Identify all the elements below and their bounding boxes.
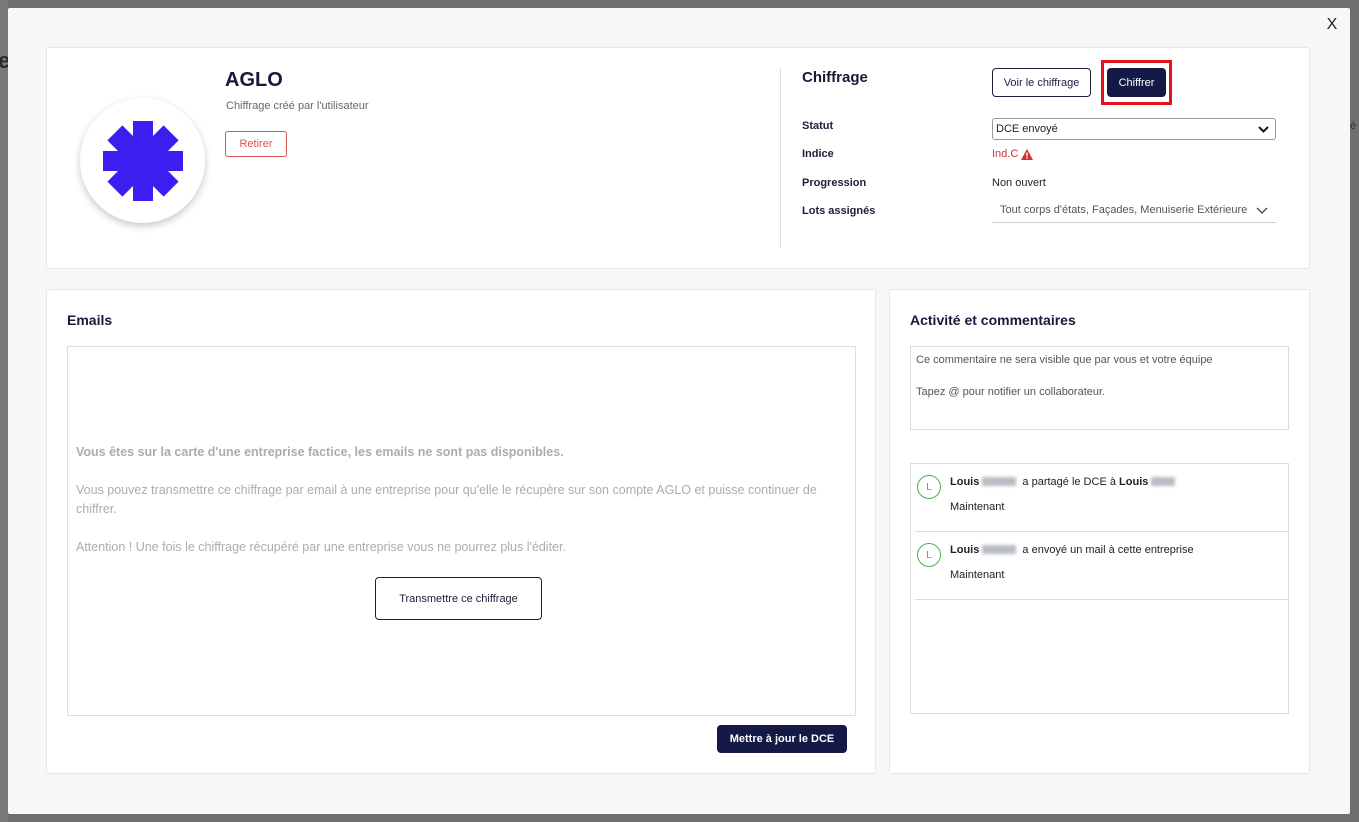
indice-text: Ind.C — [992, 148, 1019, 160]
activity-time: Maintenant — [950, 569, 1005, 581]
activity-user: Louis — [950, 476, 980, 488]
redacted-name — [1151, 477, 1176, 486]
comment-placeholder-line2: Tapez @ pour notifier un collaborateur. — [916, 386, 1106, 398]
lots-select[interactable]: Tout corps d'états, Façades, Menuiserie … — [992, 198, 1276, 223]
remove-button[interactable]: Retirer — [225, 131, 287, 157]
list-item: L Louis a partagé le DCE à Louis Mainten… — [915, 464, 1288, 532]
activity-target: Louis — [1119, 476, 1149, 488]
update-dce-button[interactable]: Mettre à jour le DCE — [717, 725, 847, 753]
redacted-name — [982, 545, 1017, 554]
comment-placeholder-line1: Ce commentaire ne sera visible que par v… — [916, 354, 1213, 366]
activity-user: Louis — [950, 544, 980, 556]
warning-icon — [1021, 148, 1034, 160]
chiffrer-button[interactable]: Chiffrer — [1107, 68, 1166, 97]
redacted-name — [982, 477, 1017, 486]
divider — [780, 68, 781, 248]
aglo-logo-icon — [102, 120, 183, 201]
comment-input[interactable]: Ce commentaire ne sera visible que par v… — [910, 346, 1289, 430]
statut-select[interactable]: DCE envoyé — [992, 118, 1276, 140]
statut-label: Statut — [802, 120, 834, 132]
chiffrage-title: Chiffrage — [802, 69, 868, 86]
emails-notice-warning: Attention ! Une fois le chiffrage récupé… — [76, 540, 566, 554]
chiffrage-modal: X AGLO Chiffrage créé par l'utilisateur … — [8, 8, 1350, 814]
statut-value: DCE envoyé — [996, 123, 1058, 135]
view-chiffrage-button[interactable]: Voir le chiffrage — [992, 68, 1091, 97]
activity-action: a envoyé un mail à cette entreprise — [1022, 544, 1194, 556]
chevron-down-icon — [1256, 207, 1268, 214]
progression-value: Non ouvert — [992, 177, 1046, 189]
progression-label: Progression — [802, 177, 867, 189]
activity-feed: L Louis a partagé le DCE à Louis Mainten… — [910, 463, 1289, 714]
company-subtitle: Chiffrage créé par l'utilisateur — [226, 100, 369, 112]
lots-label: Lots assignés — [802, 205, 876, 217]
emails-title: Emails — [67, 312, 113, 328]
activity-text: Louis a partagé le DCE à Louis — [950, 476, 1178, 488]
activity-action: a partagé le DCE à — [1022, 476, 1116, 488]
lots-value: Tout corps d'états, Façades, Menuiserie … — [1000, 204, 1248, 216]
indice-label: Indice — [802, 148, 834, 160]
backdrop-fragment: é — [1350, 120, 1357, 132]
indice-value: Ind.C — [992, 148, 1034, 160]
emails-notice-text: Vous pouvez transmettre ce chiffrage par… — [76, 483, 817, 516]
close-button[interactable]: X — [1324, 16, 1340, 36]
company-name: AGLO — [225, 69, 283, 91]
activity-time: Maintenant — [950, 501, 1005, 513]
company-logo — [80, 98, 205, 223]
company-card: AGLO Chiffrage créé par l'utilisateur Re… — [46, 47, 1310, 269]
emails-panel: Vous êtes sur la carte d'une entreprise … — [67, 346, 856, 716]
activity-card: Activité et commentaires Ce commentaire … — [889, 289, 1310, 774]
activity-text: Louis a envoyé un mail à cette entrepris… — [950, 544, 1194, 556]
activity-title: Activité et commentaires — [910, 312, 1076, 328]
list-item: L Louis a envoyé un mail à cette entrepr… — [915, 532, 1288, 600]
avatar: L — [917, 543, 941, 567]
emails-card: Emails Vous êtes sur la carte d'une entr… — [46, 289, 876, 774]
chevron-down-icon — [1258, 125, 1269, 133]
emails-notice-bold: Vous êtes sur la carte d'une entreprise … — [76, 445, 564, 459]
backdrop — [0, 0, 8, 822]
avatar: L — [917, 475, 941, 499]
transmit-button[interactable]: Transmettre ce chiffrage — [375, 577, 542, 620]
